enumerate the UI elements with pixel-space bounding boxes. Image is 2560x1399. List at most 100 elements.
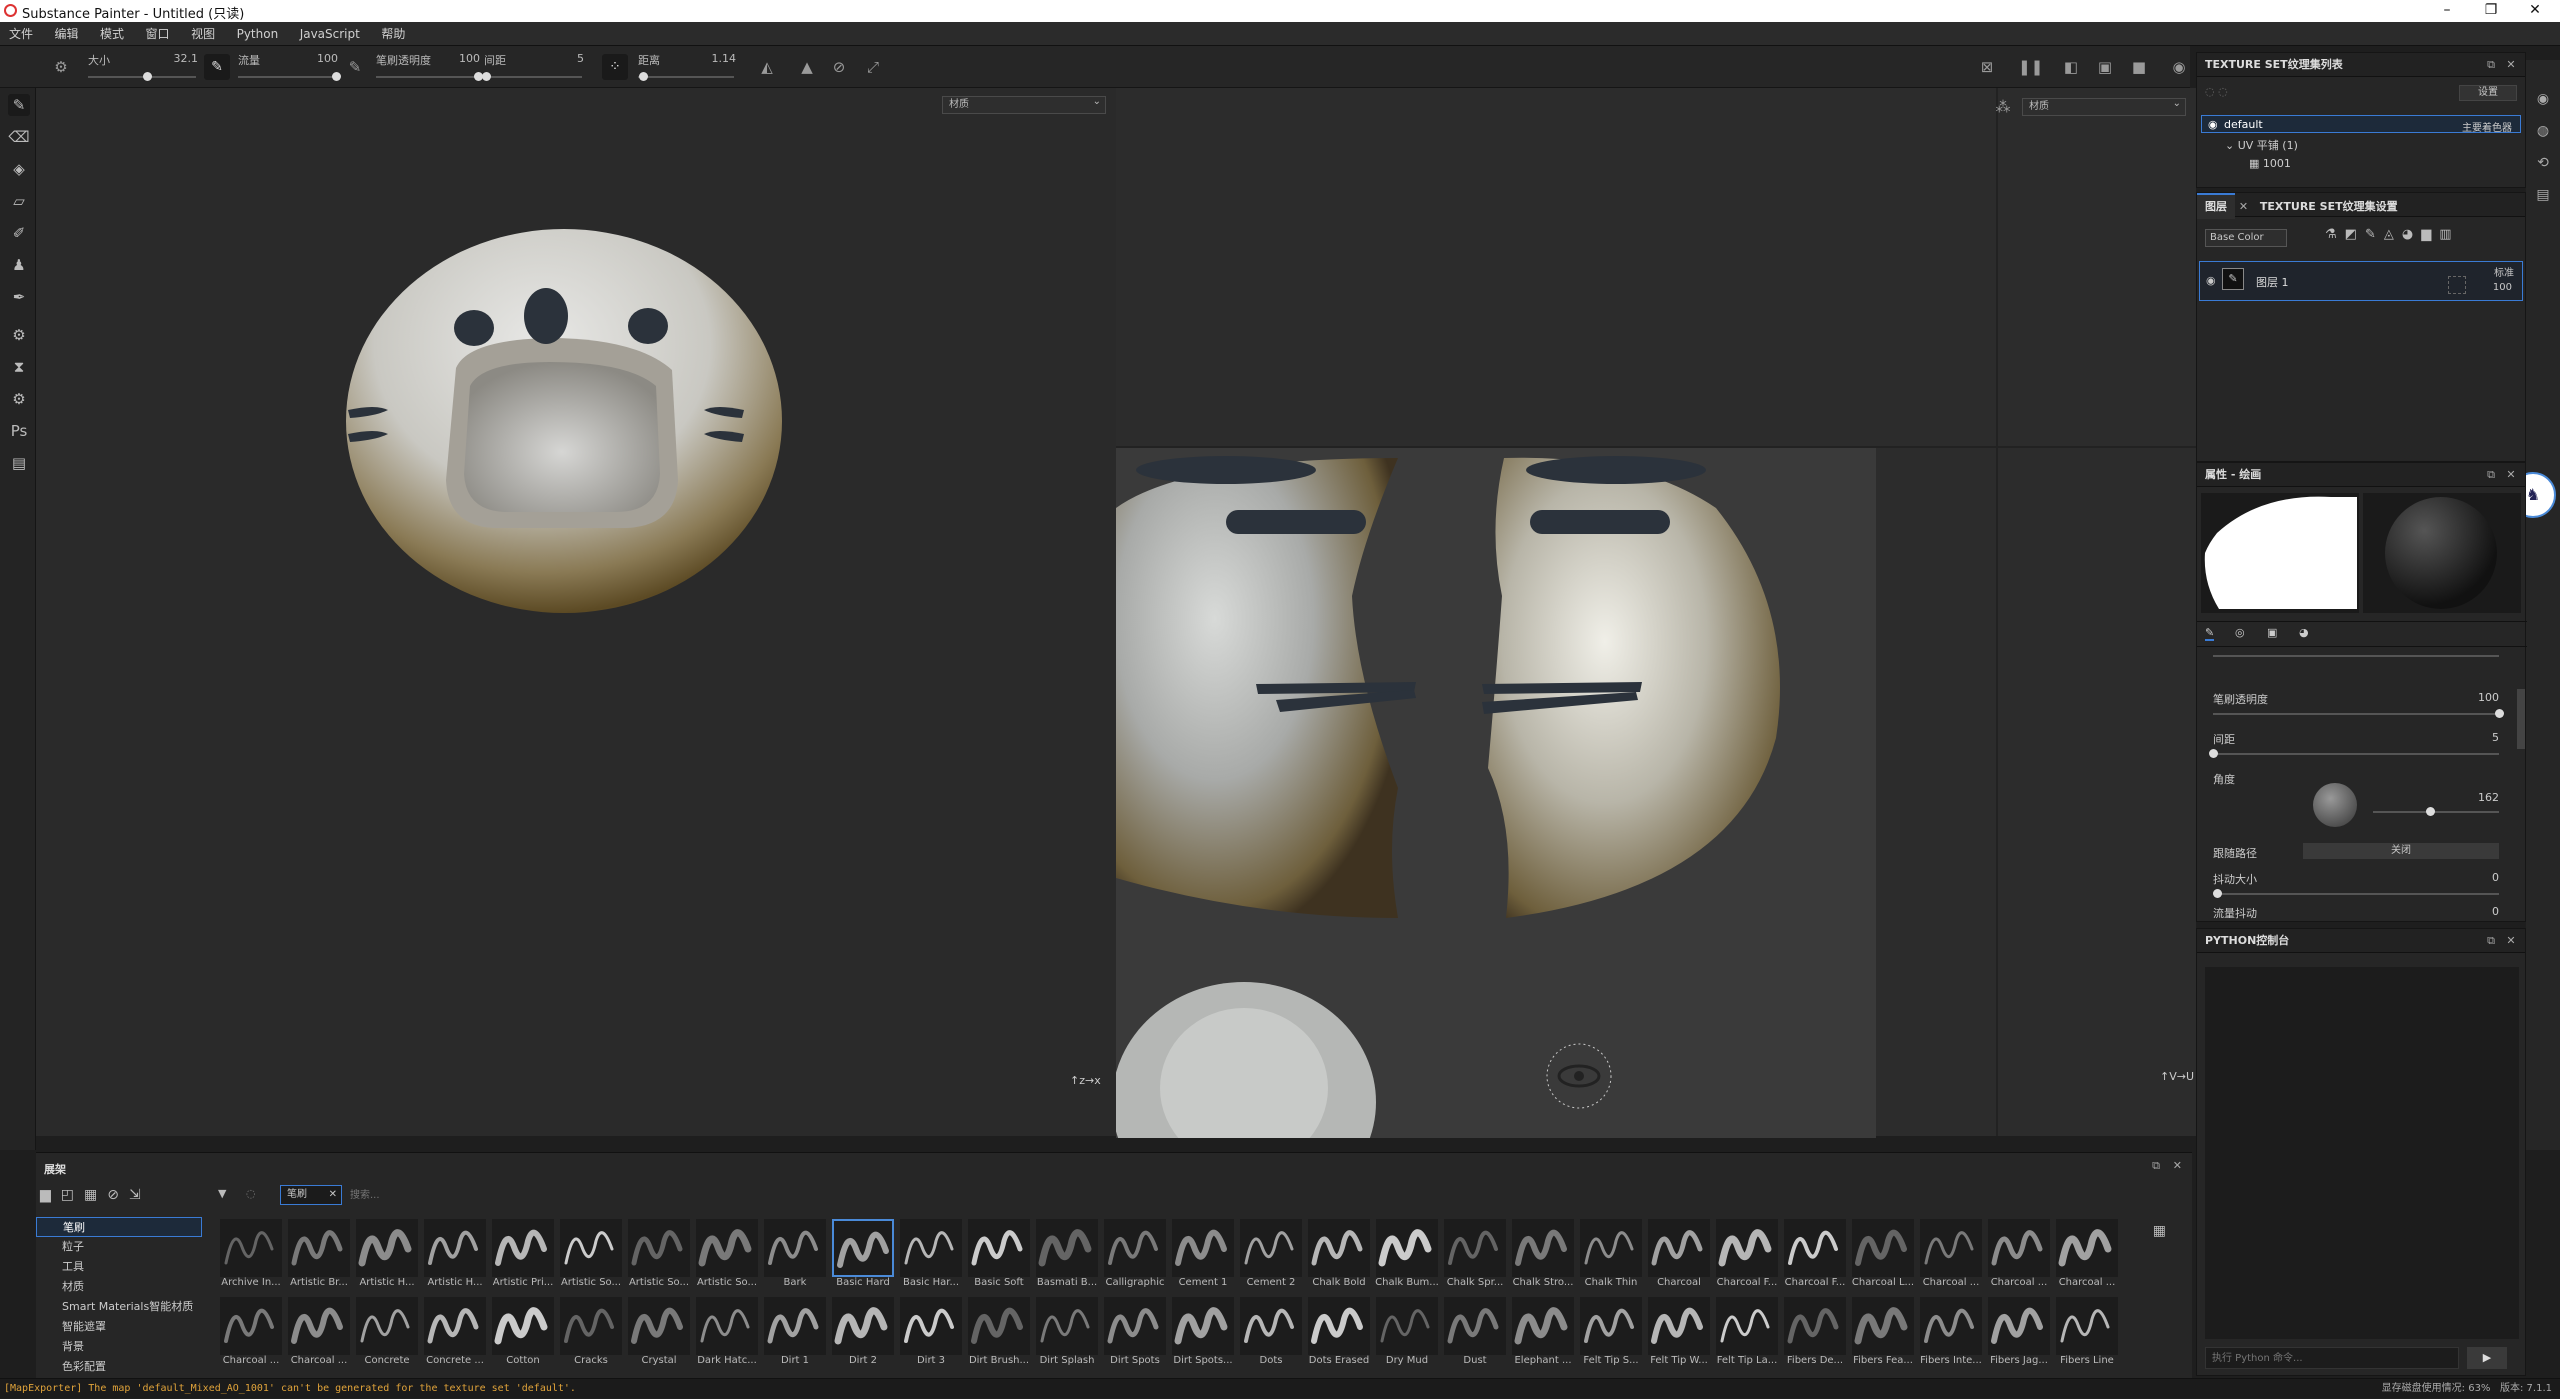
uv-texture-view[interactable] [1116,448,1876,1138]
brush-item[interactable]: Crystal [626,1297,692,1371]
float-icon[interactable]: ⧉ [2152,1159,2160,1173]
panel-close-icon[interactable]: ✕ [2501,463,2521,487]
history-icon[interactable]: ⟲ [2532,152,2554,174]
brush-item[interactable]: Artistic So... [626,1219,692,1293]
hide-icon[interactable]: ⊘ [107,1187,129,1203]
brush-item[interactable]: Fibers Line [2054,1297,2120,1371]
size-control[interactable]: 大小 32.1 [82,50,202,84]
brush-settings-scroll[interactable]: 笔刷透明度 100 间距 5 角度 162 跟随路径 关闭 抖动大小 0 流量抖… [2197,649,2527,919]
eraser-icon[interactable]: ⌫ [8,126,30,148]
layer-name[interactable]: 图层 1 [2256,274,2289,290]
menu-view[interactable]: 视图 [182,22,224,46]
angle-slider[interactable] [2373,807,2499,816]
shelf-close-icon[interactable]: ✕ [2173,1159,2182,1172]
brush-item[interactable]: Bark [762,1219,828,1293]
shelf-category-item[interactable]: 笔刷 [36,1217,202,1237]
grid-icon[interactable]: ▦ [84,1187,107,1203]
brush-item[interactable]: Artistic Br... [286,1219,352,1293]
brush-item[interactable]: Charcoal F... [1714,1219,1780,1293]
size-slider-knob[interactable] [143,72,153,81]
add-mask-icon[interactable]: ◩ [2345,227,2365,242]
settings-icon[interactable]: ⚙ [8,388,30,410]
layer-opacity-value[interactable]: 100 [2493,282,2512,293]
spacing-slider-knob[interactable] [481,72,491,81]
hide-icon[interactable]: ⊠ [1976,56,1998,78]
brush-item[interactable]: Chalk Spr... [1442,1219,1508,1293]
flow-slider-knob[interactable] [332,72,341,81]
brush-item[interactable]: Charcoal ... [2054,1219,2120,1293]
distance-slider-knob[interactable] [638,72,648,81]
import-icon[interactable]: ⇲ [129,1187,151,1203]
brush-item[interactable]: Felt Tip La... [1714,1297,1780,1371]
opacity-control[interactable]: 笔刷透明度 100 [370,50,484,84]
new-folder-icon[interactable]: ◰ [61,1187,84,1203]
brush-item[interactable]: Calligraphic [1102,1219,1168,1293]
brush-item[interactable]: Basic Hard [830,1219,896,1293]
layer-visibility-icon[interactable]: ◉ [2206,274,2216,287]
brush-item[interactable]: Concrete [354,1297,420,1371]
tab-texture-set-settings[interactable]: TEXTURE SET纹理集设置 [2260,200,2398,213]
fill-projection-icon[interactable]: ⊘ [828,56,850,78]
distance-control[interactable]: 距离 1.14 [632,50,740,84]
shelf-category-item[interactable]: 粒子 [36,1237,202,1257]
brush-preset-icon[interactable]: ⚙ [50,56,72,78]
transform-icon[interactable]: ⤢ [862,56,884,78]
tab-layers-close-icon[interactable]: ✕ [2239,200,2256,213]
brush-item[interactable]: Chalk Bum... [1374,1219,1440,1293]
viewport-settings-icon[interactable]: ⁂ [1992,96,2014,118]
brush-item[interactable]: Basic Soft [966,1219,1032,1293]
brush-item[interactable]: Artistic Pri... [490,1219,556,1293]
spacing-control[interactable]: 间距 5 [478,50,588,84]
run-python-button[interactable]: ▶ [2467,1347,2507,1369]
uv-tiles-row[interactable]: ⌄ UV 平铺 (1) [2225,137,2298,153]
alpha-tab-icon[interactable]: ◎ [2235,626,2245,639]
brush-item[interactable]: Chalk Thin [1578,1219,1644,1293]
menu-javascript[interactable]: JavaScript [291,22,369,46]
brush-alpha-preview[interactable] [2201,493,2359,613]
maximize-icon[interactable]: ❐ [2468,0,2514,22]
brush-item[interactable]: Cotton [490,1297,556,1371]
python-command-input[interactable] [2205,1347,2459,1369]
color-picker-icon[interactable]: ✒ [8,286,30,308]
smart-material-icon[interactable]: ◕ [2402,227,2421,242]
brush-item[interactable]: Chalk Bold [1306,1219,1372,1293]
float-icon[interactable]: ⧉ [2481,463,2501,487]
panel-close-icon[interactable]: ✕ [2501,929,2521,953]
polygon-fill-icon[interactable]: ▱ [8,190,30,212]
texture-set-settings-dropdown[interactable]: 设置 [2459,85,2517,101]
float-icon[interactable]: ⧉ [2481,929,2501,953]
brush-item[interactable]: Dry Mud [1374,1297,1440,1371]
brush-item[interactable]: Concrete ... [422,1297,488,1371]
projection-icon[interactable]: ◈ [8,158,30,180]
brush-item[interactable]: Fibers De... [1782,1297,1848,1371]
brush-item[interactable]: Fibers Fea... [1850,1297,1916,1371]
brush-item[interactable]: Dots Erased [1306,1297,1372,1371]
brush-item[interactable]: Dirt Splash [1034,1297,1100,1371]
cube-view-icon[interactable]: ▣ [2094,56,2116,78]
add-folder-icon[interactable]: ▆ [2421,227,2439,242]
flow-control[interactable]: 流量 100 [232,50,342,84]
menu-window[interactable]: 窗口 [137,22,179,46]
prop-spacing-slider[interactable]: 间距 5 [2209,731,2499,767]
camera-icon[interactable]: ■ [2128,56,2150,78]
brush-item[interactable]: Charcoal F... [1782,1219,1848,1293]
menu-edit[interactable]: 编辑 [46,22,88,46]
brush-item[interactable]: Dirt 3 [898,1297,964,1371]
brush-item[interactable]: Artistic H... [422,1219,488,1293]
mask-slot[interactable] [2448,276,2466,294]
channel-dropdown[interactable]: Base Color [2205,229,2287,247]
brush-item[interactable]: Dirt Spots [1102,1297,1168,1371]
angle-dial[interactable] [2313,783,2357,827]
properties-scrollbar[interactable] [2517,689,2525,749]
folder-icon[interactable]: ▆ [40,1187,61,1203]
pen-pressure-size-button[interactable]: ✎ [204,54,230,80]
mirror-icon[interactable]: ▲ [796,56,818,78]
blend-mode-dropdown[interactable]: 标准 [2494,264,2514,279]
document-icon[interactable]: ▤ [8,452,30,474]
tile-row[interactable]: ▦ 1001 [2249,157,2291,170]
delete-layer-icon[interactable]: ▥ [2439,227,2459,242]
brush-item[interactable]: Artistic H... [354,1219,420,1293]
visibility-icon[interactable]: ◌ ◌ [2205,85,2228,98]
layer-row[interactable]: ◉ ✎ 图层 1 标准 100 [2199,261,2523,301]
brush-item[interactable]: Chalk Stro... [1510,1219,1576,1293]
